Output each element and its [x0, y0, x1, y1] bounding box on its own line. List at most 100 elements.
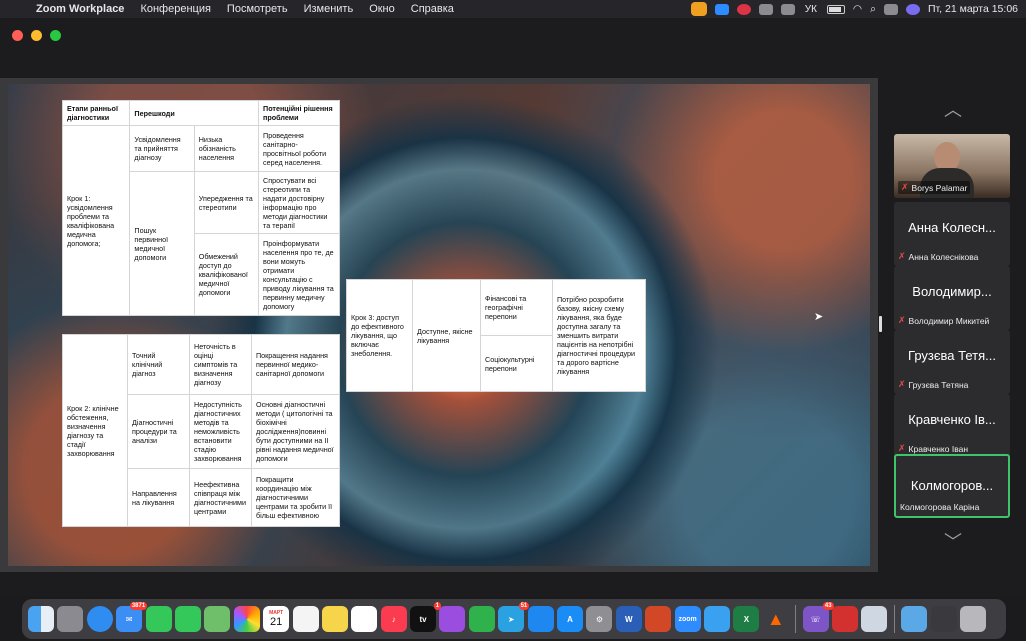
dock-separator — [893, 605, 895, 633]
app-store-icon[interactable]: A — [557, 606, 584, 632]
trash-icon[interactable] — [959, 606, 986, 632]
step1-cell: Крок 1: усвідомлення проблеми та кваліфі… — [61, 125, 131, 316]
solution-stereotypes: Спростувати всі стереотипи та надати дос… — [258, 171, 340, 234]
telegram-icon[interactable]: ➤ 51 — [498, 602, 530, 632]
reason-cooperation: Неефективна співпраця між діагностичними… — [189, 468, 252, 527]
menu-item-help[interactable]: Справка — [403, 3, 462, 15]
reason-stereotypes: Упередження та стереотипи — [193, 171, 260, 234]
clock[interactable]: Пт, 21 марта 15:06 — [928, 3, 1018, 15]
mic-muted-icon: ✗ — [898, 379, 906, 389]
fullscreen-window-button[interactable] — [50, 30, 61, 41]
zoom-tray-icon[interactable] — [714, 3, 729, 15]
messages-icon[interactable] — [174, 606, 201, 632]
close-window-button[interactable] — [12, 30, 23, 41]
menu-item-edit[interactable]: Изменить — [296, 3, 362, 15]
battery-icon[interactable] — [826, 4, 845, 14]
excel-icon[interactable]: X — [733, 606, 760, 632]
wifi-icon[interactable]: ◠ — [853, 3, 862, 15]
menu-item-view[interactable]: Посмотреть — [219, 3, 296, 15]
mouse-cursor: ➤ — [814, 311, 824, 323]
participant-tile-active-speaker[interactable]: Колмогоров... Колмогорова Каріна — [894, 454, 1010, 518]
participant-display-name: Анна Колесн... — [908, 220, 996, 235]
siri-icon[interactable] — [905, 3, 920, 15]
app-blue-icon[interactable] — [703, 606, 730, 632]
notes-icon[interactable] — [321, 606, 348, 632]
music-icon[interactable]: ♪ — [380, 606, 407, 632]
mail-badge: 3871 — [129, 602, 148, 610]
diagnostics-table-step2: Крок 2: клінічне обстеження, визначення … — [62, 334, 340, 527]
freeform-icon[interactable] — [351, 606, 378, 632]
photos-icon[interactable] — [233, 606, 260, 632]
obstacle-procedures: Діагностичні процедури та аналізи — [127, 394, 190, 469]
scroll-down-icon[interactable]: ﹀ — [940, 528, 966, 554]
podcasts-icon[interactable] — [439, 606, 466, 632]
diagnostics-table-step1: Етапи ранньої діагностики Перешкоди Поте… — [61, 100, 340, 316]
reason-financial: Фінансові та географічні перепони — [480, 279, 553, 336]
obstacle-awareness: Усвідомлення та прийняття діагнозу — [129, 125, 195, 172]
microphone-icon[interactable] — [690, 2, 707, 16]
reason-inaccuracy: Неточність в оцінці симптомів та визначе… — [189, 334, 252, 395]
mail-icon[interactable]: ✉ 3871 — [116, 602, 148, 632]
solution-coordination: Покращити координацію між діагностичними… — [251, 468, 340, 527]
participant-tile[interactable]: Грузєва Тетя... ✗ Грузєва Тетяна — [894, 330, 1010, 394]
participant-tile-video[interactable]: ✗ Borys Palamar — [894, 134, 1010, 198]
solution-basic-scheme: Потрібно розробити базову, якісну схему … — [552, 279, 646, 392]
creative-cloud-icon[interactable] — [758, 3, 773, 15]
participant-display-name: Грузєва Тетя... — [908, 348, 996, 363]
reason-unavailable-methods: Недоступність діагностичних методів та н… — [189, 394, 252, 469]
mic-muted-icon: ✗ — [898, 315, 906, 325]
menu-item-window[interactable]: Окно — [361, 3, 403, 15]
viber-icon[interactable]: ☏ 43 — [802, 602, 834, 632]
menubar-tray: УК ◠ ⌕ Пт, 21 марта 15:06 — [690, 0, 1018, 18]
participant-name-label: ✗ Грузєва Тетяна — [898, 379, 969, 390]
powerpoint-icon[interactable] — [645, 606, 672, 632]
preview-icon[interactable] — [861, 606, 888, 632]
minimize-window-button[interactable] — [31, 30, 42, 41]
acrobat-icon[interactable] — [831, 606, 858, 632]
header-solutions: Потенційні рішення проблеми — [258, 100, 340, 126]
reason-sociocultural: Соціокультурні перепони — [480, 335, 553, 392]
reason-limited-access: Обмежений доступ до кваліфікованої медич… — [193, 233, 260, 316]
keynote-icon[interactable] — [527, 606, 554, 632]
reminders-icon[interactable] — [292, 606, 319, 632]
word-icon[interactable]: W — [615, 606, 642, 632]
participant-display-name: Кравченко Ів... — [908, 412, 996, 427]
keyboard-layout[interactable]: УК — [803, 4, 819, 15]
launchpad-icon[interactable] — [57, 606, 84, 632]
menu-app-name[interactable]: Zoom Workplace — [28, 3, 132, 15]
display-icon[interactable] — [780, 3, 795, 15]
downloads-folder-icon[interactable] — [901, 606, 928, 632]
vlc-icon[interactable]: ▲ — [763, 606, 789, 632]
participant-display-name: Колмогоров... — [910, 478, 994, 493]
participant-tile[interactable]: Володимир... ✗ Володимир Микитей — [894, 266, 1010, 330]
facetime-icon[interactable] — [145, 606, 172, 632]
app-tray-icon[interactable] — [736, 3, 751, 15]
finder-icon[interactable] — [28, 606, 54, 632]
step2-cell: Крок 2: клінічне обстеження, визначення … — [62, 334, 128, 527]
participant-tile[interactable]: Кравченко Ів... ✗ Кравченко Іван — [894, 394, 1010, 458]
system-settings-icon[interactable]: ⚙ — [586, 606, 613, 632]
participant-name-label: ✗ Володимир Микитей — [898, 315, 990, 326]
control-center-icon[interactable] — [883, 3, 898, 15]
scroll-up-icon[interactable]: ︿ — [940, 96, 966, 122]
header-stages: Етапи ранньої діагностики — [61, 100, 131, 126]
participant-name-label: Колмогорова Каріна — [900, 502, 980, 512]
apple-tv-icon[interactable]: tv 1 — [410, 602, 442, 632]
recent-window-icon[interactable] — [930, 606, 957, 632]
zoom-icon[interactable]: zoom — [674, 606, 701, 632]
spotlight-icon[interactable]: ⌕ — [870, 3, 876, 16]
calendar-icon[interactable]: МАРТ 21 — [263, 606, 290, 632]
participant-tile[interactable]: Анна Колесн... ✗ Анна Колеснікова — [894, 202, 1010, 266]
obstacle-quality-treatment: Доступне, якісне лікування — [412, 279, 481, 392]
numbers-icon[interactable] — [468, 606, 495, 632]
maps-icon[interactable] — [204, 606, 231, 632]
obstacle-clinical-diagnosis: Точний клінічний діагноз — [127, 334, 190, 395]
dock: ✉ 3871 МАРТ 21 ♪ tv 1 ➤ 51 A ⚙ W zoom X ▲ ☏… — [22, 599, 1006, 639]
header-obstacles: Перешкоди — [129, 100, 260, 126]
participant-name-label: ✗ Кравченко Іван — [898, 443, 969, 454]
menu-item-conference[interactable]: Конференция — [132, 3, 218, 15]
diagnostics-table-step3: Крок 3: доступ до ефективного лікування,… — [346, 279, 646, 392]
solution-inform: Проінформувати населення про те, де вони… — [258, 233, 340, 316]
safari-icon[interactable] — [86, 606, 113, 632]
shared-slide[interactable]: Етапи ранньої діагностики Перешкоди Поте… — [8, 84, 870, 566]
